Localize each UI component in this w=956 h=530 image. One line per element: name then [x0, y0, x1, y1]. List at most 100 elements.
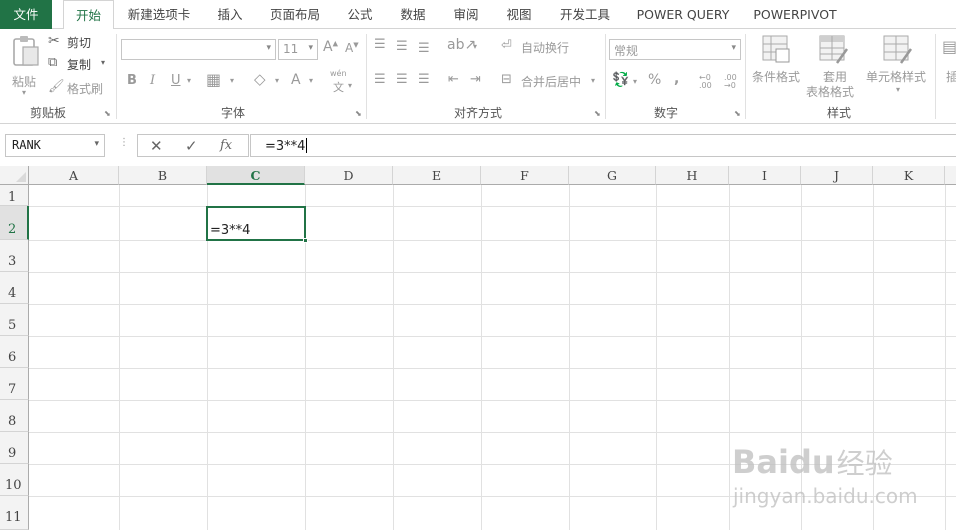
more-dots-icon: ⋮ — [119, 137, 129, 148]
row-header-6[interactable]: 6 — [0, 336, 29, 368]
tab-insert[interactable]: 插入 — [212, 0, 248, 29]
format-painter-button[interactable]: 🖌 格式刷 — [48, 79, 108, 97]
increase-indent-icon[interactable]: ⇥ — [470, 72, 481, 87]
row-header-5[interactable]: 5 — [0, 304, 29, 336]
tab-new-tab[interactable]: 新建选项卡 — [124, 0, 194, 29]
col-header-F[interactable]: F — [481, 166, 569, 185]
paste-button[interactable]: 粘贴 ▾ — [8, 35, 44, 97]
name-box-value: RANK — [12, 138, 41, 152]
row-header-2[interactable]: 2 — [0, 206, 29, 240]
row-header-3[interactable]: 3 — [0, 240, 29, 272]
underline-dropdown-icon[interactable]: ▾ — [187, 76, 191, 85]
tab-power-query[interactable]: POWER QUERY — [632, 0, 734, 29]
enter-check-icon[interactable]: ✓ — [185, 137, 198, 155]
merge-center-button[interactable]: ⊟ 合并后居中 ▾ — [501, 72, 601, 90]
decrease-indent-icon[interactable]: ⇤ — [448, 72, 459, 87]
col-header-G[interactable]: G — [569, 166, 656, 185]
decrease-font-icon[interactable]: A▼ — [345, 41, 359, 55]
tab-powerpivot[interactable]: POWERPIVOT — [749, 0, 841, 29]
increase-font-icon[interactable]: A▲ — [323, 39, 338, 55]
align-left-icon[interactable]: ☰ — [374, 72, 386, 87]
clipboard-launcher-icon[interactable]: ⬊ — [104, 109, 111, 118]
align-top-icon[interactable]: ☰ — [374, 37, 386, 52]
formula-buttons: ✕ ✓ fx — [137, 134, 249, 157]
col-header-J[interactable]: J — [801, 166, 873, 185]
fill-color-icon[interactable]: ◇ — [254, 70, 266, 88]
row-header-8[interactable]: 8 — [0, 400, 29, 432]
gridline — [29, 400, 956, 401]
underline-button[interactable]: U — [171, 73, 181, 88]
insert-cells-button[interactable]: ▤ 插 — [940, 35, 956, 99]
font-size-combo[interactable]: 11 ▾ — [278, 39, 318, 60]
tab-view[interactable]: 视图 — [501, 0, 537, 29]
formula-input[interactable]: =3**4 — [250, 134, 956, 157]
font-launcher-icon[interactable]: ⬊ — [355, 109, 362, 118]
font-name-combo[interactable]: ▾ — [121, 39, 276, 60]
cut-button[interactable]: ✂ 剪切 — [48, 33, 98, 51]
format-as-table-button[interactable]: 套用 表格格式 — [806, 35, 864, 99]
col-header-L[interactable] — [945, 166, 956, 185]
insert-function-icon[interactable]: fx — [220, 138, 232, 153]
gridline — [729, 185, 730, 530]
gridline — [119, 185, 120, 530]
tab-formulas[interactable]: 公式 — [342, 0, 378, 29]
row-header-7[interactable]: 7 — [0, 368, 29, 400]
wrap-text-button[interactable]: ⏎ 自动换行 — [501, 38, 581, 56]
col-header-D[interactable]: D — [305, 166, 393, 185]
merge-icon: ⊟ — [501, 72, 512, 87]
borders-dropdown-icon[interactable]: ▾ — [230, 76, 234, 85]
col-header-B[interactable]: B — [119, 166, 207, 185]
name-box[interactable]: RANK ▾ — [5, 134, 105, 157]
col-header-A[interactable]: A — [29, 166, 119, 185]
conditional-format-button[interactable]: 条件格式 — [750, 35, 804, 99]
fill-handle[interactable] — [303, 238, 308, 243]
tab-home[interactable]: 开始 — [63, 0, 114, 30]
row-header-1[interactable]: 1 — [0, 185, 29, 206]
select-all-button[interactable] — [0, 166, 29, 185]
accounting-dropdown-icon[interactable]: ▾ — [633, 77, 637, 86]
merge-dropdown-icon: ▾ — [591, 76, 596, 85]
comma-button[interactable]: , — [674, 71, 679, 87]
align-middle-icon[interactable]: ☰ — [396, 39, 408, 54]
col-header-E[interactable]: E — [393, 166, 481, 185]
col-header-H[interactable]: H — [656, 166, 729, 185]
align-right-icon[interactable]: ☰ — [418, 72, 430, 87]
align-bottom-icon[interactable]: ☰ — [418, 41, 430, 56]
percent-button[interactable]: % — [648, 72, 661, 88]
bold-button[interactable]: B — [127, 73, 137, 88]
accounting-format-icon[interactable]: 💱 — [612, 72, 629, 88]
tab-data[interactable]: 数据 — [395, 0, 431, 29]
row-header-10[interactable]: 10 — [0, 464, 29, 496]
col-header-I[interactable]: I — [729, 166, 801, 185]
font-color-icon[interactable]: A — [291, 72, 301, 88]
row-header-9[interactable]: 9 — [0, 432, 29, 464]
font-color-dropdown-icon[interactable]: ▾ — [309, 76, 313, 85]
align-center-icon[interactable]: ☰ — [396, 72, 408, 87]
number-launcher-icon[interactable]: ⬊ — [734, 109, 741, 118]
tab-developer[interactable]: 开发工具 — [555, 0, 615, 29]
copy-button[interactable]: ⧉ 复制 ▾ — [48, 55, 110, 73]
tab-review[interactable]: 审阅 — [448, 0, 484, 29]
worksheet-grid[interactable]: A B C D E F G H I J K 1 2 3 4 5 6 7 8 9 … — [0, 166, 956, 530]
tab-file[interactable]: 文件 — [0, 0, 52, 29]
row-header-11[interactable]: 11 — [0, 496, 29, 530]
phonetic-button[interactable]: wén 文 ▾ — [330, 69, 360, 95]
italic-button[interactable]: I — [150, 73, 155, 88]
chevron-down-icon: ▾ — [266, 43, 271, 53]
tab-page-layout[interactable]: 页面布局 — [265, 0, 325, 29]
orientation-dropdown-icon[interactable]: ▾ — [473, 42, 477, 51]
borders-icon[interactable]: ▦ — [206, 70, 221, 89]
alignment-launcher-icon[interactable]: ⬊ — [594, 109, 601, 118]
fill-dropdown-icon[interactable]: ▾ — [275, 76, 279, 85]
col-header-K[interactable]: K — [873, 166, 945, 185]
row-header-4[interactable]: 4 — [0, 272, 29, 304]
col-header-C[interactable]: C — [207, 166, 305, 185]
copy-label: 复制 — [67, 58, 92, 72]
orientation-icon[interactable]: ab↗ — [447, 37, 476, 53]
cancel-icon[interactable]: ✕ — [150, 137, 163, 155]
font-size-value: 11 — [283, 42, 299, 56]
number-format-combo[interactable]: 常规 ▾ — [609, 39, 741, 60]
increase-decimal-icon[interactable]: ←0.00 — [699, 74, 712, 90]
cell-styles-button[interactable]: 单元格样式 ▾ — [866, 35, 930, 99]
decrease-decimal-icon[interactable]: .00 →0 — [724, 74, 737, 90]
